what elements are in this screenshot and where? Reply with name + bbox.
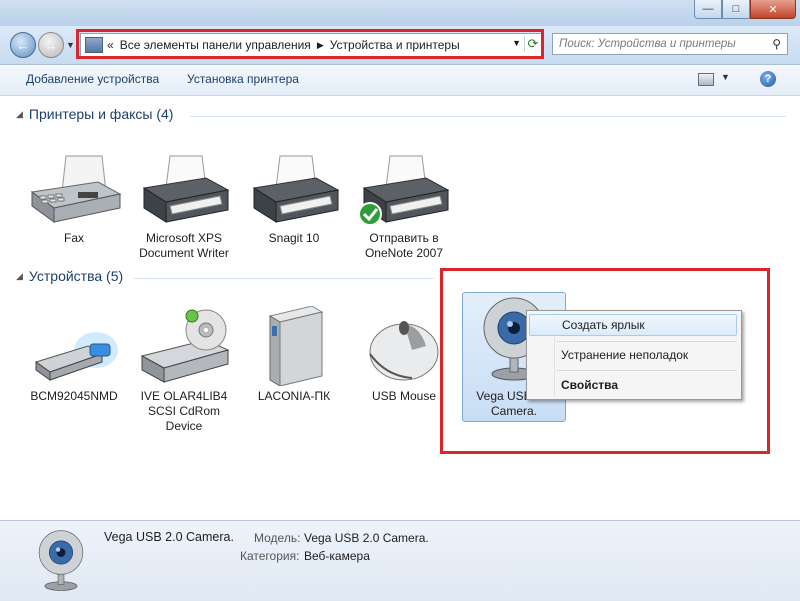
computer-tower-icon	[268, 306, 324, 386]
printer-item-fax[interactable]: Fax	[24, 152, 124, 246]
printer-icon	[142, 155, 230, 223]
add-printer-button[interactable]: Установка принтера	[187, 72, 299, 86]
details-pane: Vega USB 2.0 Camera. Модель: Vega USB 2.…	[0, 520, 800, 601]
item-label: IVE OLAR4LIB4 SCSI CdRom Device	[140, 389, 228, 433]
device-item-laconia-pc[interactable]: LACONIA-ПК	[244, 306, 344, 404]
collapse-triangle-icon[interactable]: ◢	[16, 109, 23, 120]
command-bar: Добавление устройства Установка принтера…	[0, 65, 800, 96]
item-label: BCM92045NMD	[30, 389, 118, 403]
device-name: Vega USB 2.0 Camera.	[104, 530, 234, 544]
close-button[interactable]: ✕	[750, 0, 796, 19]
printers-group-title: Принтеры и факсы (4)	[28, 106, 174, 122]
category-key: Категория:	[240, 549, 300, 563]
item-label: Fax	[63, 231, 84, 245]
cdrom-icon	[140, 309, 230, 383]
item-label: LACONIA-ПК	[257, 389, 331, 403]
window-controls: — □ ✕	[694, 0, 796, 19]
category-value: Веб-камера	[304, 549, 370, 563]
printers-group-header[interactable]: ◢ Принтеры и факсы (4)	[16, 106, 173, 122]
search-input[interactable]: Поиск: Устройства и принтеры ⚲	[552, 33, 788, 55]
view-options-dropdown-icon[interactable]: ▼	[721, 72, 730, 82]
item-label: Microsoft XPS Document Writer	[139, 231, 229, 260]
group-divider	[134, 278, 434, 279]
help-icon[interactable]: ?	[760, 71, 776, 87]
address-highlight-frame	[76, 29, 544, 59]
minimize-button[interactable]: —	[694, 0, 722, 19]
device-item-usb-mouse[interactable]: USB Mouse	[354, 306, 454, 404]
item-label: USB Mouse	[371, 389, 437, 403]
title-bar: — □ ✕	[0, 0, 800, 26]
printer-item-onenote[interactable]: Отправить в OneNote 2007	[354, 152, 454, 261]
mouse-icon	[369, 321, 439, 381]
search-placeholder: Поиск: Устройства и принтеры	[559, 38, 736, 50]
forward-button[interactable]: →	[38, 32, 64, 58]
printer-item-xps[interactable]: Microsoft XPS Document Writer	[134, 152, 234, 261]
add-device-button[interactable]: Добавление устройства	[26, 72, 159, 86]
device-item-cdrom[interactable]: IVE OLAR4LIB4 SCSI CdRom Device	[134, 306, 234, 434]
back-arrow-icon: ←	[16, 37, 30, 53]
printer-default-icon	[358, 155, 450, 226]
devices-group-header[interactable]: ◢ Устройства (5)	[16, 268, 123, 284]
camera-highlight-frame	[440, 268, 770, 454]
usb-adapter-icon	[34, 332, 118, 381]
devices-group-title: Устройства (5)	[28, 268, 124, 284]
model-value: Vega USB 2.0 Camera.	[304, 531, 429, 545]
forward-arrow-icon: →	[44, 37, 58, 53]
maximize-button[interactable]: □	[722, 0, 750, 19]
printer-item-snagit[interactable]: Snagit 10	[244, 152, 344, 246]
search-icon[interactable]: ⚲	[772, 37, 781, 51]
history-dropdown-icon[interactable]: ▼	[66, 40, 75, 50]
group-divider	[190, 116, 786, 117]
model-key: Модель:	[254, 531, 301, 545]
back-button[interactable]: ←	[10, 32, 36, 58]
webcam-icon	[38, 530, 84, 591]
fax-icon	[30, 155, 122, 223]
change-view-icon[interactable]	[698, 73, 714, 86]
item-label: Snagit 10	[268, 231, 320, 245]
device-item-bcm92045nmd[interactable]: BCM92045NMD	[24, 306, 124, 404]
item-label: Отправить в OneNote 2007	[364, 231, 444, 260]
printer-icon	[252, 155, 340, 223]
collapse-triangle-icon[interactable]: ◢	[16, 271, 23, 282]
